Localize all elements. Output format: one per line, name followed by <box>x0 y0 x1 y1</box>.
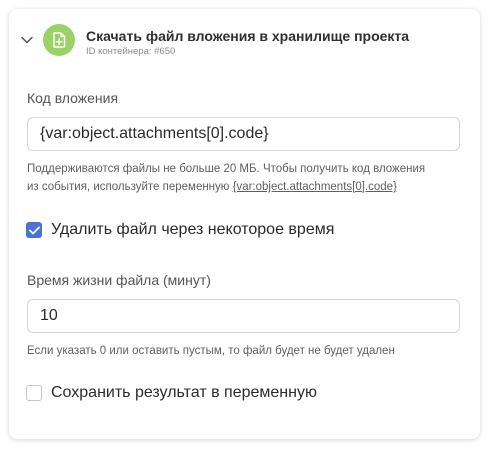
attachment-code-hint-prefix: из события, используйте переменную <box>27 181 233 193</box>
check-icon <box>28 226 40 234</box>
lifetime-hint: Если указать 0 или оставить пустым, то ф… <box>27 345 395 357</box>
save-result-checkbox[interactable] <box>26 385 42 401</box>
action-title: Скачать файл вложения в хранилище проект… <box>86 28 410 44</box>
save-result-label: Сохранить результат в переменную <box>51 384 317 401</box>
delete-after-checkbox-row[interactable]: Удалить файл через некоторое время <box>26 221 334 239</box>
attachment-code-label: Код вложения <box>27 90 119 106</box>
attachment-code-input[interactable] <box>27 117 460 151</box>
attachment-code-hint: Поддерживаются файлы не больше 20 МБ. Чт… <box>27 160 467 196</box>
save-result-checkbox-row[interactable]: Сохранить результат в переменную <box>26 384 317 402</box>
action-card: Скачать файл вложения в хранилище проект… <box>9 9 480 439</box>
lifetime-label: Время жизни файла (минут) <box>27 272 211 288</box>
file-plus-icon <box>43 24 75 56</box>
delete-after-label: Удалить файл через некоторое время <box>51 221 335 238</box>
hint-variable-link[interactable]: {var:object.attachments[0].code} <box>233 181 397 193</box>
attachment-code-hint-line2: из события, используйте переменную {var:… <box>27 178 467 196</box>
container-id: ID контейнера: #650 <box>86 46 176 57</box>
collapse-chevron-icon[interactable] <box>20 33 34 47</box>
attachment-code-hint-line1: Поддерживаются файлы не больше 20 МБ. Чт… <box>27 163 426 175</box>
delete-after-checkbox[interactable] <box>26 222 42 238</box>
lifetime-input[interactable] <box>27 299 460 333</box>
